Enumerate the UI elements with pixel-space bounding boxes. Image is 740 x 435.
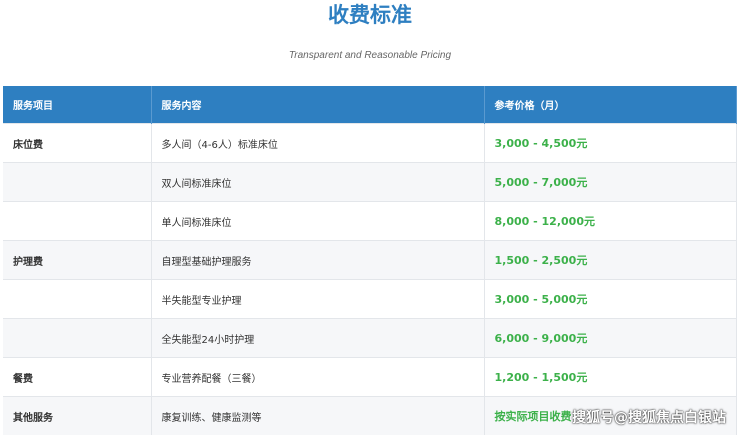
cell-category: 床位费 [3, 123, 152, 163]
cell-content: 单人间标准床位 [151, 201, 485, 241]
header-content: 服务内容 [151, 86, 485, 124]
table-row: 半失能型专业护理 3,000 - 5,000元 [3, 279, 737, 319]
cell-price: 5,000 - 7,000元 [484, 162, 737, 202]
table-row: 餐费 专业营养配餐（三餐） 1,200 - 1,500元 [3, 357, 737, 397]
cell-price: 1,500 - 2,500元 [484, 240, 737, 280]
table-row: 护理费 自理型基础护理服务 1,500 - 2,500元 [3, 240, 737, 280]
table-row: 双人间标准床位 5,000 - 7,000元 [3, 162, 737, 202]
cell-price: 6,000 - 9,000元 [484, 318, 737, 358]
cell-category: 护理费 [3, 240, 152, 280]
cell-content: 半失能型专业护理 [151, 279, 485, 319]
cell-price: 1,200 - 1,500元 [484, 357, 737, 397]
table-row: 全失能型24小时护理 6,000 - 9,000元 [3, 318, 737, 358]
cell-price: 3,000 - 5,000元 [484, 279, 737, 319]
cell-content: 双人间标准床位 [151, 162, 485, 202]
cell-content: 康复训练、健康监测等 [151, 396, 485, 435]
cell-content: 多人间（4-6人）标准床位 [151, 123, 485, 163]
header-category: 服务项目 [3, 86, 152, 124]
cell-category [3, 279, 152, 319]
cell-category: 餐费 [3, 357, 152, 397]
page-subtitle: Transparent and Reasonable Pricing [288, 50, 452, 61]
pricing-table: 服务项目 服务内容 参考价格（月） 床位费 多人间（4-6人）标准床位 3,000 … [3, 86, 737, 435]
cell-category [3, 201, 152, 241]
watermark: 搜狐号@搜狐焦点白银站 [572, 410, 726, 426]
cell-price: 3,000 - 4,500元 [484, 123, 737, 163]
cell-category [3, 162, 152, 202]
cell-content: 专业营养配餐（三餐） [151, 357, 485, 397]
header-price: 参考价格（月） [484, 86, 737, 124]
cell-content: 全失能型24小时护理 [151, 318, 485, 358]
table-row: 单人间标准床位 8,000 - 12,000元 [3, 201, 737, 241]
cell-content: 自理型基础护理服务 [151, 240, 485, 280]
page-title: 收费标准 [328, 3, 412, 27]
cell-category: 其他服务 [3, 396, 152, 435]
table-row: 床位费 多人间（4-6人）标准床位 3,000 - 4,500元 [3, 123, 737, 163]
cell-category [3, 318, 152, 358]
cell-price: 8,000 - 12,000元 [484, 201, 737, 241]
